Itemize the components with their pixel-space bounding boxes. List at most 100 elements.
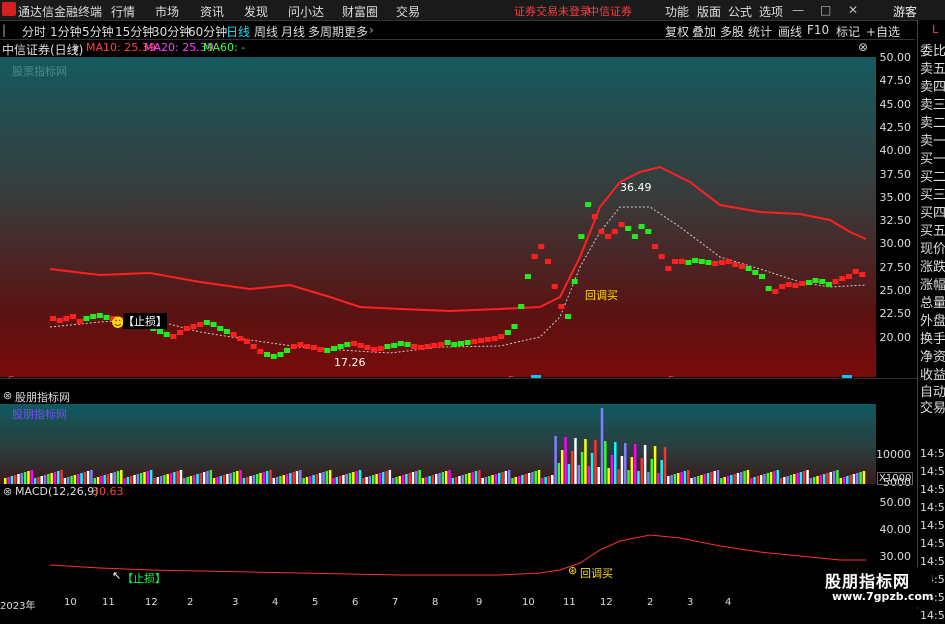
period-monthly[interactable]: 月线 <box>281 23 305 40</box>
date-tick: 10 <box>64 597 77 608</box>
side-item[interactable]: 买四 <box>920 206 945 222</box>
period-multi[interactable]: 多周期 <box>308 23 344 40</box>
candle <box>725 259 732 264</box>
candle <box>471 339 478 344</box>
side-item[interactable]: 买三 <box>920 188 945 204</box>
period-30min[interactable]: 30分钟 <box>152 23 191 40</box>
side-item[interactable]: 卖四 <box>920 80 945 96</box>
volume-bar <box>305 477 309 484</box>
side-item[interactable]: 外盘 <box>920 314 945 330</box>
candle <box>76 319 83 324</box>
volume-bar <box>517 476 521 484</box>
menu-market[interactable]: 市场 <box>155 3 179 20</box>
side-item[interactable]: 现价 <box>920 242 945 258</box>
multi-stock-button[interactable]: 多股 <box>720 23 744 40</box>
close-icon[interactable]: ✕ <box>848 3 858 17</box>
period-60min[interactable]: 60分钟 <box>188 23 227 40</box>
volume-bar <box>564 437 567 484</box>
price-axis-tick: 25.00 <box>879 284 912 297</box>
volume-bar <box>488 476 491 484</box>
side-item[interactable]: 卖二 <box>920 116 945 132</box>
adjust-button[interactable]: 复权 <box>665 23 689 40</box>
side-item[interactable]: 总量 <box>920 296 945 312</box>
mark-button[interactable]: 标记 <box>836 23 860 40</box>
menu-options[interactable]: 选项 <box>759 3 783 20</box>
period-15min[interactable]: 15分钟 <box>115 23 154 40</box>
nav-arrow-icon[interactable]: | <box>2 23 6 37</box>
volume-bar <box>70 476 73 484</box>
menu-discover[interactable]: 发现 <box>244 3 268 20</box>
minimize-icon[interactable]: — <box>792 3 804 17</box>
volume-bar <box>474 471 478 484</box>
draw-line-button[interactable]: 画线 <box>778 23 802 40</box>
menu-wealth[interactable]: 财富圈 <box>342 3 378 20</box>
volume-bar <box>720 478 723 484</box>
volume-bar <box>136 474 140 484</box>
menu-trade[interactable]: 交易 <box>396 3 420 20</box>
candle <box>658 254 665 259</box>
side-item[interactable]: 交易 <box>920 401 945 417</box>
side-item[interactable]: 委比 <box>920 44 945 60</box>
period-1min[interactable]: 1分钟 <box>50 23 82 40</box>
side-item[interactable]: 买二 <box>920 170 945 186</box>
volume-bar <box>76 474 80 484</box>
volume-bar <box>640 458 644 484</box>
macd-buy-label: 回调买 <box>580 567 613 580</box>
overlay-button[interactable]: 叠加 <box>692 23 716 40</box>
period-daily[interactable]: 日线 <box>226 23 250 40</box>
volume-bar <box>96 477 100 484</box>
kline-chart[interactable]: 股票指标网 36.49 17.26 ☻ 【止损】 回调买 S S 解 涨 S 财 <box>0 57 876 390</box>
volume-chart[interactable]: 股朋指标网 <box>0 404 876 484</box>
volume-bar <box>623 443 627 484</box>
period-more[interactable]: 更多 <box>344 23 368 40</box>
pullback-buy-label: 回调买 <box>585 289 618 302</box>
quote-side-panel[interactable]: L 委比 卖五 卖四 卖三 卖二 卖一 买一 买二 买三 买四 买五 现价 涨跌 涨幅 总量 外盘 换手 净资 收益自… <box>917 20 945 622</box>
menu-formula[interactable]: 公式 <box>728 3 752 20</box>
dropdown-icon[interactable]: ▾ <box>73 41 79 55</box>
maximize-icon[interactable]: □ <box>820 3 831 17</box>
stats-button[interactable]: 统计 <box>748 23 772 40</box>
candle <box>518 304 525 309</box>
add-watchlist-button[interactable]: +自选 <box>866 23 900 40</box>
date-tick: 7 <box>392 597 399 608</box>
guest-label[interactable]: 游客 <box>893 3 917 20</box>
side-item[interactable]: 买一 <box>920 152 945 168</box>
side-item[interactable]: 收益 <box>920 368 945 384</box>
macd-chart[interactable]: ↖ 【止损】 ⊛ 回调买 <box>0 498 876 596</box>
side-item[interactable]: 买五 <box>920 224 945 240</box>
side-item[interactable]: 自动 <box>920 385 945 401</box>
volume-bar <box>531 472 534 484</box>
volume-bar <box>521 475 524 484</box>
menu-function[interactable]: 功能 <box>665 3 689 20</box>
period-weekly[interactable]: 周线 <box>254 23 278 40</box>
chevron-right-icon[interactable]: › <box>369 23 374 37</box>
collapse-icon[interactable]: ⊗ <box>3 485 12 498</box>
menu-layout[interactable]: 版面 <box>697 3 721 20</box>
menu-quotes[interactable]: 行情 <box>111 3 135 20</box>
f10-button[interactable]: F10 <box>807 23 829 37</box>
side-item[interactable]: 换手 <box>920 332 945 348</box>
side-item[interactable]: 卖五 <box>920 62 945 78</box>
side-item[interactable]: 涨跌 <box>920 260 945 276</box>
period-5min[interactable]: 5分钟 <box>82 23 114 40</box>
period-tick[interactable]: 分时 <box>22 23 46 40</box>
volume-bar <box>849 475 852 484</box>
candle <box>451 342 458 347</box>
volume-bar <box>859 472 862 484</box>
side-item[interactable]: 涨幅 <box>920 278 945 294</box>
collapse-icon[interactable]: ⊗ <box>858 40 868 54</box>
broker-name[interactable]: 中信证券 <box>588 3 632 19</box>
side-item[interactable]: 卖三 <box>920 98 945 114</box>
collapse-icon[interactable]: ⊗ <box>3 389 12 402</box>
side-item[interactable]: 卖一 <box>920 134 945 150</box>
candle <box>638 224 645 229</box>
menu-ask[interactable]: 问小达 <box>288 3 324 20</box>
trade-login-warning[interactable]: 证券交易未登录 <box>514 3 591 19</box>
side-item[interactable]: 净资 <box>920 350 945 366</box>
menu-news[interactable]: 资讯 <box>200 3 224 20</box>
volume-bar <box>53 472 57 484</box>
candle <box>384 344 391 349</box>
volume-bar <box>139 473 143 484</box>
macd-stop-label: 【止损】 <box>122 572 166 585</box>
candle <box>170 334 177 339</box>
